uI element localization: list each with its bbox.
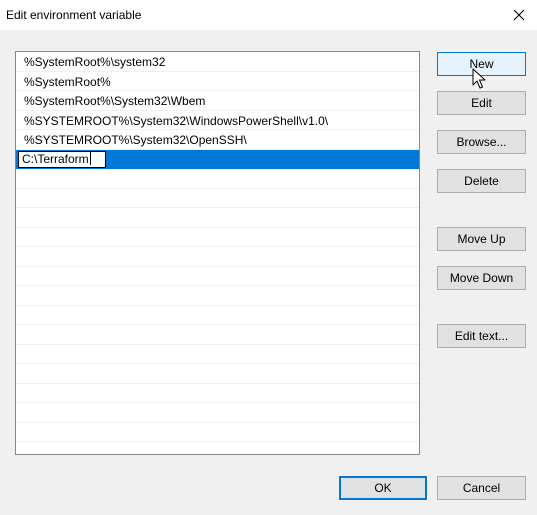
close-button[interactable] [501,0,537,30]
empty-row [16,286,419,306]
browse-button[interactable]: Browse... [437,130,526,154]
list-item[interactable]: %SYSTEMROOT%\System32\OpenSSH\ [16,130,419,150]
empty-row [16,345,419,364]
text-caret [89,151,91,165]
empty-row [16,169,419,189]
empty-row [16,228,419,247]
path-edit-value: C:\Terraform [22,151,89,166]
list-item-text: %SYSTEMROOT%\System32\OpenSSH\ [24,133,247,147]
empty-row [16,306,419,325]
path-list[interactable]: %SystemRoot%\system32 %SystemRoot% %Syst… [15,51,420,455]
empty-row [16,208,419,228]
list-item-text: %SystemRoot%\System32\Wbem [24,94,206,108]
edit-button[interactable]: Edit [437,91,526,115]
list-item-text: %SystemRoot% [24,74,111,89]
empty-row [16,325,419,345]
empty-row [16,247,419,267]
empty-row [16,267,419,286]
ok-button[interactable]: OK [339,476,427,500]
edit-text-button[interactable]: Edit text... [437,324,526,348]
edit-environment-variable-dialog: Edit environment variable %SystemRoot%\s… [0,0,537,515]
empty-row [16,364,419,384]
list-item[interactable]: %SYSTEMROOT%\System32\WindowsPowerShell\… [16,111,419,130]
list-item-text: %SYSTEMROOT%\System32\WindowsPowerShell\… [24,113,329,128]
list-item[interactable]: %SystemRoot% [16,72,419,91]
window-title: Edit environment variable [6,8,142,22]
delete-button[interactable]: Delete [437,169,526,193]
list-item[interactable]: %SystemRoot%\System32\Wbem [16,91,419,111]
empty-row [16,423,419,442]
new-button[interactable]: New [437,52,526,76]
cancel-button[interactable]: Cancel [437,476,526,500]
list-item-text: %SystemRoot%\system32 [24,55,166,69]
move-up-button[interactable]: Move Up [437,227,526,251]
empty-row [16,384,419,403]
title-bar[interactable]: Edit environment variable [0,0,537,30]
path-edit-field[interactable]: C:\Terraform [18,150,106,168]
close-icon [513,9,525,21]
empty-row [16,403,419,423]
move-down-button[interactable]: Move Down [437,266,526,290]
list-item-selected[interactable]: C:\Terraform [16,149,419,169]
empty-row [16,189,419,208]
list-item[interactable]: %SystemRoot%\system32 [16,52,419,72]
